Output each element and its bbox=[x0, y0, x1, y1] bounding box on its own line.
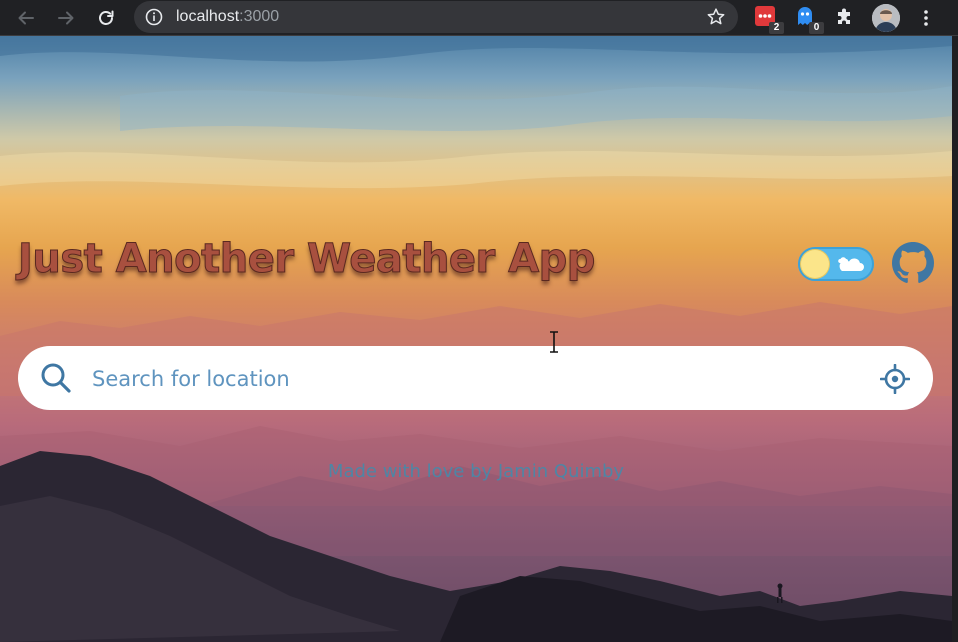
kebab-menu-icon bbox=[924, 10, 928, 26]
reload-icon bbox=[99, 10, 114, 25]
github-icon bbox=[892, 242, 934, 283]
window-edge bbox=[952, 36, 958, 642]
browser-toolbar: localhost:3000 2 0 bbox=[0, 0, 958, 36]
extensions-button[interactable] bbox=[834, 5, 860, 31]
puzzle-icon bbox=[838, 8, 850, 24]
theme-toggle[interactable] bbox=[798, 247, 874, 281]
back-arrow-icon bbox=[18, 11, 34, 25]
current-location-button[interactable] bbox=[878, 362, 912, 396]
extension-badge: 2 bbox=[769, 22, 784, 34]
reload-button[interactable] bbox=[92, 4, 120, 32]
crosshair-icon bbox=[880, 364, 910, 394]
app-viewport: Just Another Weather App Search for loca… bbox=[0, 36, 952, 642]
search-icon bbox=[41, 363, 71, 393]
mountain-sunset-background bbox=[0, 36, 952, 642]
red-extension-button[interactable]: 2 bbox=[754, 5, 784, 34]
forward-arrow-icon bbox=[58, 11, 74, 25]
back-button[interactable] bbox=[12, 4, 40, 32]
cloud-icon bbox=[838, 257, 864, 271]
forward-button[interactable] bbox=[52, 4, 80, 32]
profile-avatar[interactable] bbox=[872, 4, 900, 32]
location-search-input[interactable] bbox=[90, 358, 854, 400]
ghost-extension-button[interactable]: 0 bbox=[794, 5, 824, 34]
search-bar bbox=[18, 346, 933, 410]
extension-badge: 0 bbox=[809, 22, 824, 34]
url-text: localhost:3000 bbox=[176, 8, 280, 25]
browser-window: localhost:3000 2 0 Just Another Weather … bbox=[0, 0, 958, 642]
avatar-image bbox=[872, 4, 900, 32]
footer-credit: Made with love by Jamin Quimby bbox=[327, 461, 625, 482]
app-title: Just Another Weather App bbox=[18, 236, 596, 283]
github-link[interactable] bbox=[892, 242, 934, 284]
sun-icon bbox=[801, 250, 829, 278]
site-info-icon[interactable] bbox=[144, 7, 164, 27]
bookmark-star-icon[interactable] bbox=[706, 7, 726, 27]
browser-menu-button[interactable] bbox=[914, 4, 938, 32]
address-bar[interactable]: localhost:3000 bbox=[134, 1, 738, 33]
